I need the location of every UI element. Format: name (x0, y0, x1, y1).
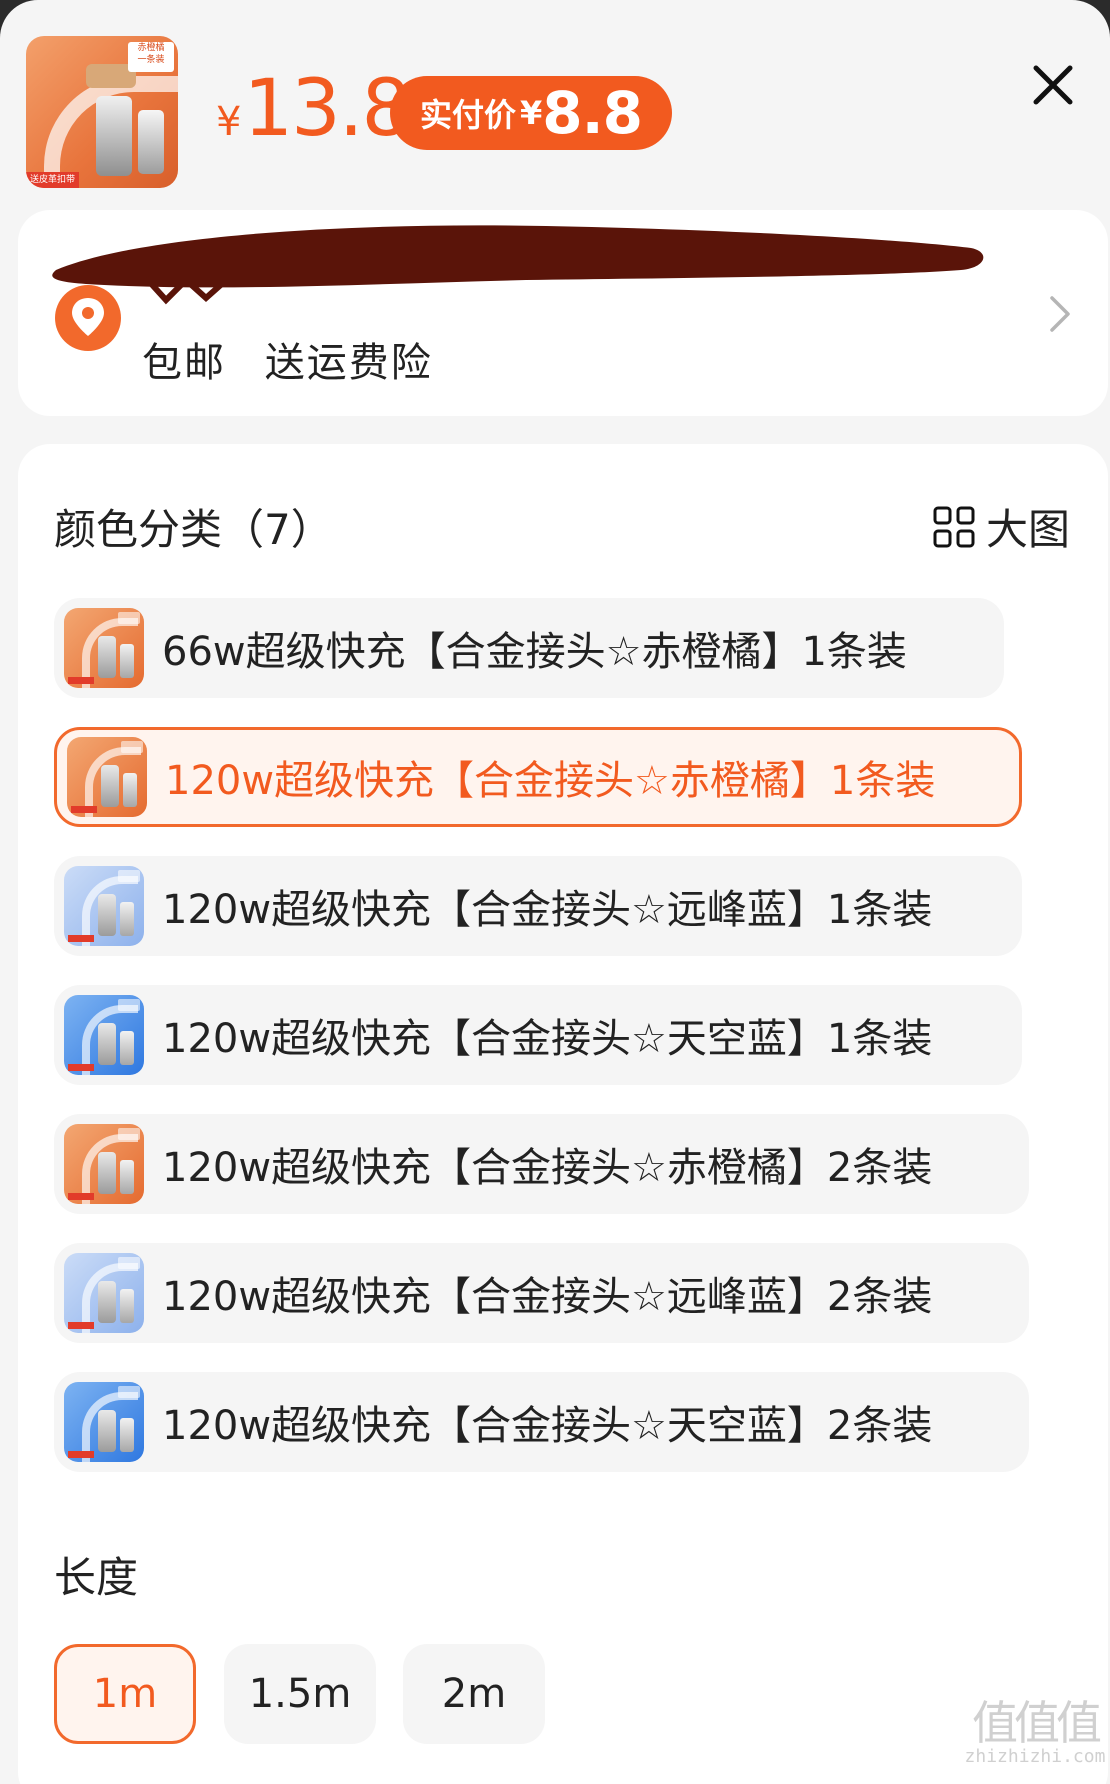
big-view-label: 大图 (985, 505, 1070, 554)
close-icon[interactable] (1030, 62, 1076, 108)
variant-label: 120w超级快充【合金接头☆远峰蓝】1条装 (162, 887, 933, 933)
variant-thumbnail (64, 1382, 144, 1462)
color-variant-option[interactable]: 66w超级快充【合金接头☆赤橙橘】1条装 (54, 598, 1004, 698)
color-variant-option[interactable]: 120w超级快充【合金接头☆赤橙橘】1条装 (54, 727, 1022, 827)
location-pin-icon (55, 285, 121, 351)
redacted-address-mark (52, 225, 984, 305)
color-variant-option[interactable]: 120w超级快充【合金接头☆天空蓝】2条装 (54, 1372, 1029, 1472)
thumbnail-foot: 送皮革扣带 (26, 172, 80, 188)
variant-label: 120w超级快充【合金接头☆赤橙橘】2条装 (162, 1145, 933, 1191)
shipping-insurance-label: 送运费险 (264, 340, 433, 386)
variant-thumbnail (64, 1253, 144, 1333)
chevron-right-icon[interactable] (1048, 294, 1074, 334)
variant-label: 120w超级快充【合金接头☆天空蓝】2条装 (162, 1403, 933, 1449)
product-thumbnail[interactable]: 赤橙橘 一条装 送皮革扣带 (26, 36, 178, 188)
variant-thumbnail (67, 737, 147, 817)
actual-price-value: 8.8 (542, 79, 643, 147)
variant-label: 120w超级快充【合金接头☆天空蓝】1条装 (162, 1016, 933, 1062)
actual-price-label: 实付价 (419, 96, 516, 134)
price-currency: ¥ (216, 99, 242, 145)
variant-thumbnail (64, 1124, 144, 1204)
actual-price-badge: 实付价 ¥ 8.8 (390, 76, 672, 150)
site-watermark: 值值值 zhizhizhi.com (960, 1700, 1110, 1767)
watermark-logo: 值值值 (972, 1696, 1102, 1750)
length-option[interactable]: 1.5m (224, 1644, 376, 1744)
watermark-domain: zhizhizhi.com (964, 1746, 1106, 1767)
shipping-info: 包邮 送运费险 (142, 330, 433, 388)
actual-price-currency: ¥ (520, 94, 543, 132)
color-variant-option[interactable]: 120w超级快充【合金接头☆天空蓝】1条装 (54, 985, 1022, 1085)
thumbnail-tag: 赤橙橘 一条装 (128, 42, 174, 72)
length-option[interactable]: 1m (54, 1644, 196, 1744)
color-variant-option[interactable]: 120w超级快充【合金接头☆远峰蓝】2条装 (54, 1243, 1029, 1343)
variant-thumbnail (64, 995, 144, 1075)
address-card[interactable]: 包邮 送运费险 (18, 210, 1108, 416)
price-value: 13.8 (243, 64, 411, 154)
variant-label: 66w超级快充【合金接头☆赤橙橘】1条装 (162, 629, 907, 675)
original-price: ¥ 13.8 (216, 64, 411, 154)
variant-thumbnail (64, 866, 144, 946)
grid-view-icon (933, 506, 975, 547)
free-shipping-label: 包邮 (142, 340, 226, 386)
options-card: 颜色分类（7） 大图 66w超级快充【合金接头☆赤橙橘】1条装 120w超级快充【… (18, 444, 1108, 1784)
color-variant-option[interactable]: 120w超级快充【合金接头☆赤橙橘】2条装 (54, 1114, 1029, 1214)
length-section-title: 长度 (54, 1553, 139, 1602)
color-variant-option[interactable]: 120w超级快充【合金接头☆远峰蓝】1条装 (54, 856, 1022, 956)
variant-label: 120w超级快充【合金接头☆赤橙橘】1条装 (165, 758, 936, 804)
variant-thumbnail (64, 608, 144, 688)
length-option[interactable]: 2m (403, 1644, 545, 1744)
big-view-toggle[interactable]: 大图 (932, 496, 1070, 557)
variant-label: 120w超级快充【合金接头☆远峰蓝】2条装 (162, 1274, 933, 1320)
color-section-title: 颜色分类（7） (54, 505, 333, 554)
sku-bottom-sheet: 赤橙橘 一条装 送皮革扣带 ¥ 13.8 实付价 ¥ 8.8 包邮 送运费险 颜… (0, 0, 1110, 1784)
